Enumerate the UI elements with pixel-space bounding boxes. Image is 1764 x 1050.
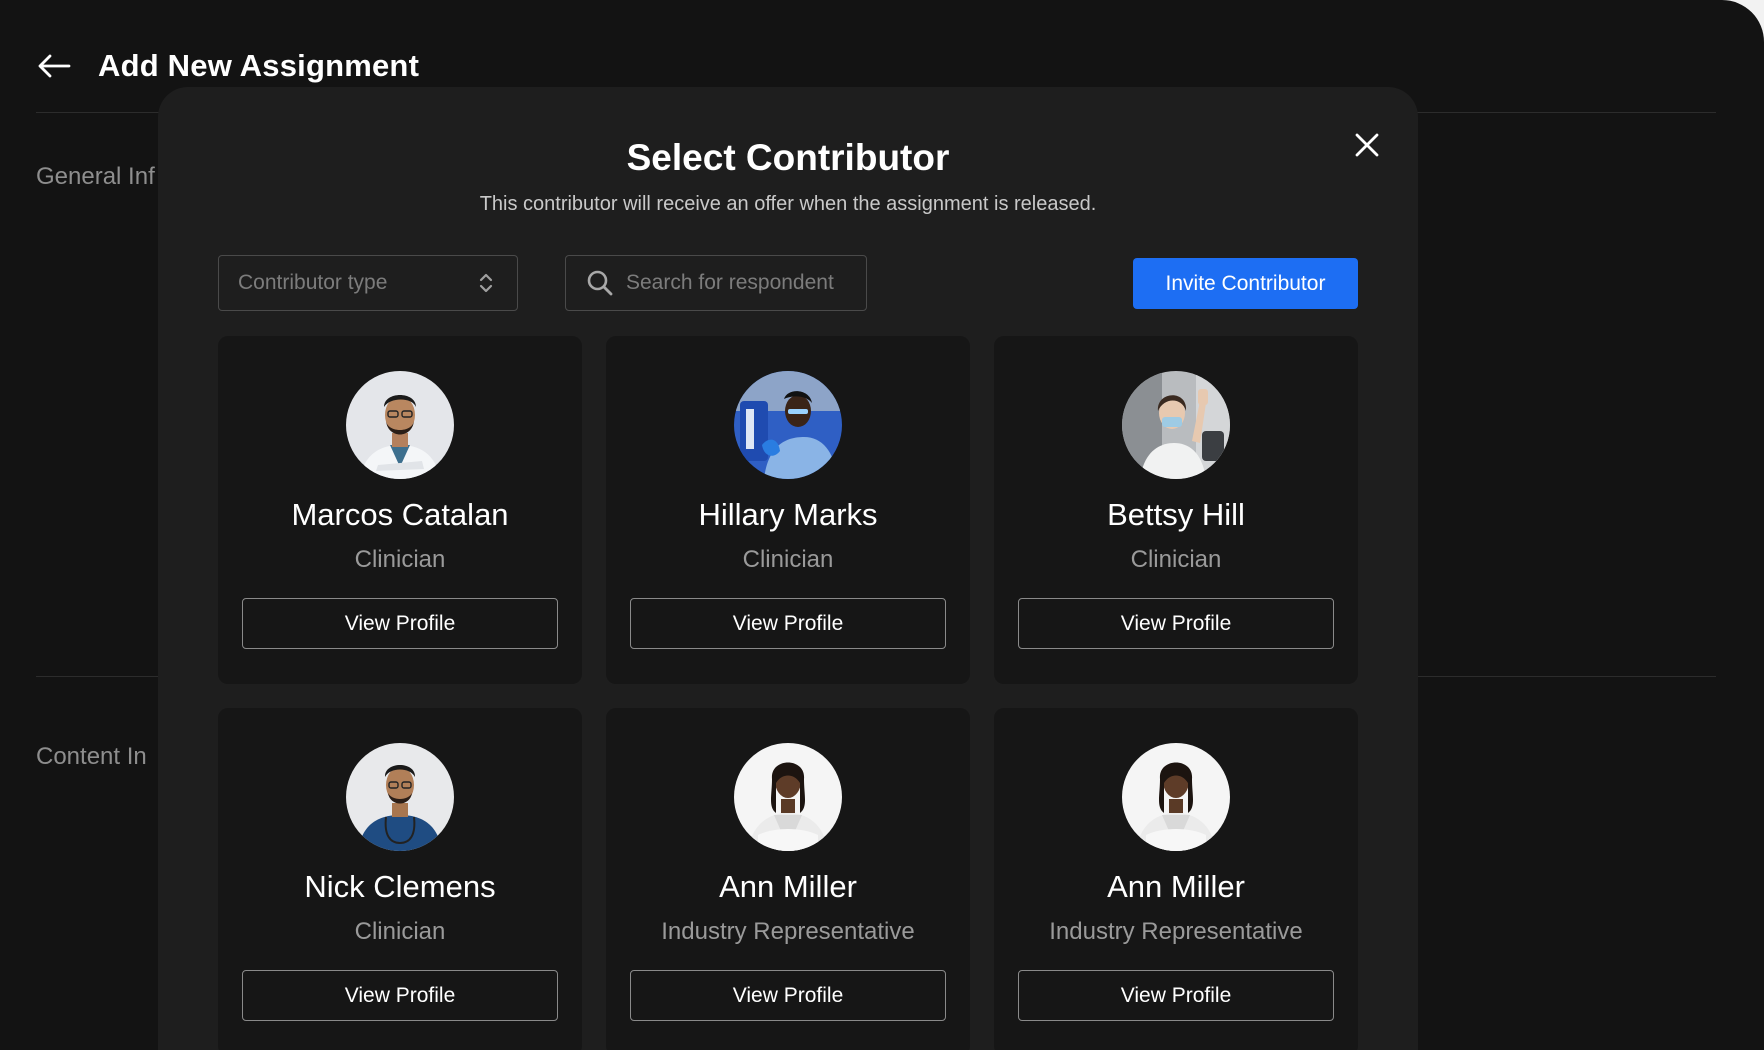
contributor-name: Ann Miller bbox=[1107, 869, 1245, 904]
select-contributor-modal: Select Contributor This contributor will… bbox=[158, 87, 1418, 1050]
view-profile-button[interactable]: View Profile bbox=[630, 598, 946, 649]
search-icon bbox=[587, 270, 613, 296]
avatar bbox=[346, 371, 454, 479]
contributor-name: Bettsy Hill bbox=[1107, 497, 1245, 532]
contributor-type-placeholder: Contributor type bbox=[238, 271, 388, 294]
avatar bbox=[734, 743, 842, 851]
contributor-role: Clinician bbox=[742, 546, 834, 573]
avatar bbox=[346, 743, 454, 851]
search-input[interactable] bbox=[626, 271, 856, 295]
back-button[interactable] bbox=[36, 48, 72, 84]
view-profile-button[interactable]: View Profile bbox=[630, 970, 946, 1021]
contributor-role: Industry Representative bbox=[1049, 918, 1303, 945]
contributor-role: Clinician bbox=[1130, 546, 1222, 573]
contributor-card: Hillary Marks Clinician View Profile bbox=[606, 336, 970, 684]
contributor-role: Clinician bbox=[354, 918, 446, 945]
view-profile-button[interactable]: View Profile bbox=[242, 598, 558, 649]
search-box[interactable] bbox=[565, 255, 867, 311]
avatar bbox=[1122, 371, 1230, 479]
contributor-name: Ann Miller bbox=[719, 869, 857, 904]
contributor-card: Bettsy Hill Clinician View Profile bbox=[994, 336, 1358, 684]
contributor-role: Industry Representative bbox=[661, 918, 915, 945]
contributor-card: Ann Miller Industry Representative View … bbox=[606, 708, 970, 1050]
contributor-card: Marcos Catalan Clinician View Profile bbox=[218, 336, 582, 684]
modal-title: Select Contributor bbox=[626, 137, 950, 178]
contributor-card: Nick Clemens Clinician View Profile bbox=[218, 708, 582, 1050]
avatar bbox=[734, 371, 842, 479]
view-profile-button[interactable]: View Profile bbox=[1018, 970, 1334, 1021]
contributor-card: Ann Miller Industry Representative View … bbox=[994, 708, 1358, 1050]
view-profile-button[interactable]: View Profile bbox=[242, 970, 558, 1021]
page-title: Add New Assignment bbox=[98, 48, 420, 83]
avatar bbox=[1122, 743, 1230, 851]
contributor-name: Nick Clemens bbox=[304, 869, 496, 904]
page-header: Add New Assignment bbox=[36, 48, 419, 84]
modal-subtitle: This contributor will receive an offer w… bbox=[479, 193, 1097, 215]
chevron-up-down-icon bbox=[479, 273, 493, 293]
contributor-type-select[interactable]: Contributor type bbox=[218, 255, 518, 311]
contributor-role: Clinician bbox=[354, 546, 446, 573]
contributor-name: Marcos Catalan bbox=[291, 497, 509, 532]
section-label-general: General Inf bbox=[36, 163, 155, 190]
arrow-left-icon bbox=[38, 54, 71, 78]
invite-contributor-button[interactable]: Invite Contributor bbox=[1133, 258, 1358, 309]
contributor-name: Hillary Marks bbox=[698, 497, 878, 532]
section-label-content: Content In bbox=[36, 743, 147, 770]
view-profile-button[interactable]: View Profile bbox=[1018, 598, 1334, 649]
app-window: Add New Assignment General Inf Content I… bbox=[0, 0, 1764, 1050]
contributor-grid: Marcos Catalan Clinician View Profile Hi… bbox=[218, 336, 1358, 1050]
